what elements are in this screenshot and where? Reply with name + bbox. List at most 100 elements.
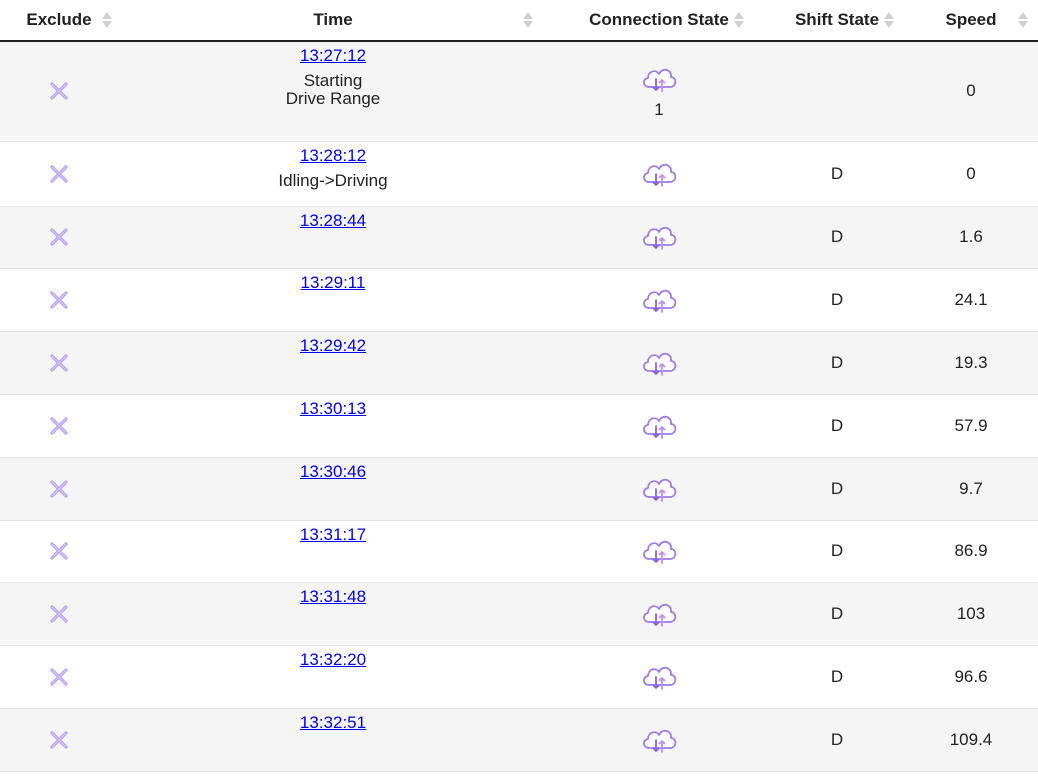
table-row: 13:30:46 D 9.7 [0,457,1038,520]
sort-arrows-icon[interactable] [734,12,744,30]
connection-cell [548,206,770,268]
shift-state-cell: D [830,163,844,183]
sort-arrows-icon[interactable] [884,12,894,30]
speed-cell: 86.9 [954,541,988,560]
speed-cell: 9.7 [959,478,983,498]
header-shift-state[interactable]: Shift State [770,0,904,42]
time-link[interactable]: 13:32:51 [300,713,366,732]
cloud-sync-icon [548,597,770,631]
time-link[interactable]: 13:30:46 [300,462,366,481]
header-speed[interactable]: Speed [904,0,1038,42]
connection-cell [548,268,770,331]
time-cell: 13:32:51 [118,708,548,771]
cloud-sync-icon [548,220,770,254]
header-connection-state-label: Connection State [589,10,729,29]
time-link[interactable]: 13:27:12 [300,46,366,65]
x-mark-icon[interactable] [0,604,118,624]
shift-state-cell: D [830,603,844,623]
time-link[interactable]: 13:30:13 [300,399,366,418]
table-row: 13:31:17 D 86.9 [0,520,1038,582]
x-mark-icon[interactable] [0,541,118,561]
x-mark-icon[interactable] [0,416,118,436]
shift-state-cell: D [830,541,844,560]
header-exclude[interactable]: Exclude [0,0,118,42]
sort-arrows-icon[interactable] [1018,12,1028,30]
shift-state-cell: D [830,289,844,309]
time-note-line: Idling->Driving [278,170,388,190]
header-time[interactable]: Time [118,0,548,42]
exclude-cell [0,331,118,394]
time-cell: 13:30:13 [118,394,548,457]
connection-count: 1 [654,100,664,120]
time-link[interactable]: 13:29:11 [301,273,366,292]
shift-state-cell: D [830,666,844,686]
sort-arrows-icon[interactable] [523,12,533,30]
time-cell: 13:32:20 [118,645,548,708]
time-link[interactable]: 13:28:44 [300,211,366,230]
connection-cell [548,394,770,457]
drive-log-table: Exclude Time Connection State Shift Stat… [0,0,1038,772]
speed-cell: 96.6 [954,666,988,686]
x-mark-icon[interactable] [0,479,118,499]
x-mark-icon[interactable] [0,730,118,750]
time-cell: 13:28:44 [118,206,548,268]
time-cell: 13:28:12 Idling->Driving [118,141,548,206]
time-note-line: Starting [303,71,363,90]
connection-cell [548,582,770,645]
time-link[interactable]: 13:29:42 [300,336,366,355]
table-row: 13:32:20 D 96.6 [0,645,1038,708]
speed-cell: 109.4 [949,729,993,749]
header-speed-label: Speed [945,10,997,29]
x-mark-icon[interactable] [0,667,118,687]
cloud-sync-icon [548,157,770,191]
table-row: 13:32:51 D 109.4 [0,708,1038,771]
time-cell: 13:27:12 Starting Drive Range [118,41,548,141]
speed-cell: 0 [966,81,976,101]
speed-cell: 0 [966,163,976,183]
connection-cell [548,457,770,520]
time-cell: 13:30:46 [118,457,548,520]
cloud-sync-icon [548,62,770,96]
shift-state-cell: D [830,352,844,372]
header-time-label: Time [313,10,353,29]
table-row: 13:29:11 D 24.1 [0,268,1038,331]
header-connection-state[interactable]: Connection State [548,0,770,42]
shift-state-cell [770,41,904,141]
cloud-sync-icon [548,472,770,506]
exclude-cell [0,645,118,708]
shift-state-cell: D [830,415,844,435]
exclude-cell [0,520,118,582]
time-link[interactable]: 13:31:17 [300,525,366,544]
shift-state-cell: D [830,227,844,246]
table-row: 13:29:42 D 19.3 [0,331,1038,394]
time-link[interactable]: 13:31:48 [300,587,366,606]
x-mark-icon[interactable] [0,290,118,310]
speed-cell: 57.9 [954,415,988,435]
table-row: 13:28:44 D 1.6 [0,206,1038,268]
time-link[interactable]: 13:32:20 [300,650,366,669]
time-note: Starting Drive Range [118,72,548,108]
exclude-cell [0,394,118,457]
exclude-cell [0,582,118,645]
cloud-sync-icon [548,723,770,757]
x-mark-icon[interactable] [0,164,118,184]
time-link[interactable]: 13:28:12 [300,146,366,165]
connection-cell [548,520,770,582]
x-mark-icon[interactable] [0,81,118,101]
table-row: 13:30:13 D 57.9 [0,394,1038,457]
x-mark-icon[interactable] [0,353,118,373]
cloud-sync-icon [548,346,770,380]
sort-arrows-icon[interactable] [102,12,112,30]
time-cell: 13:31:48 [118,582,548,645]
time-cell: 13:29:42 [118,331,548,394]
connection-cell [548,645,770,708]
connection-cell [548,331,770,394]
connection-cell [548,708,770,771]
header-shift-state-label: Shift State [794,10,880,29]
exclude-cell [0,708,118,771]
table-header-row: Exclude Time Connection State Shift Stat… [0,0,1038,42]
cloud-sync-icon [548,283,770,317]
time-note-line: Drive Range [285,89,381,108]
x-mark-icon[interactable] [0,227,118,247]
time-note: Idling->Driving [118,170,548,190]
